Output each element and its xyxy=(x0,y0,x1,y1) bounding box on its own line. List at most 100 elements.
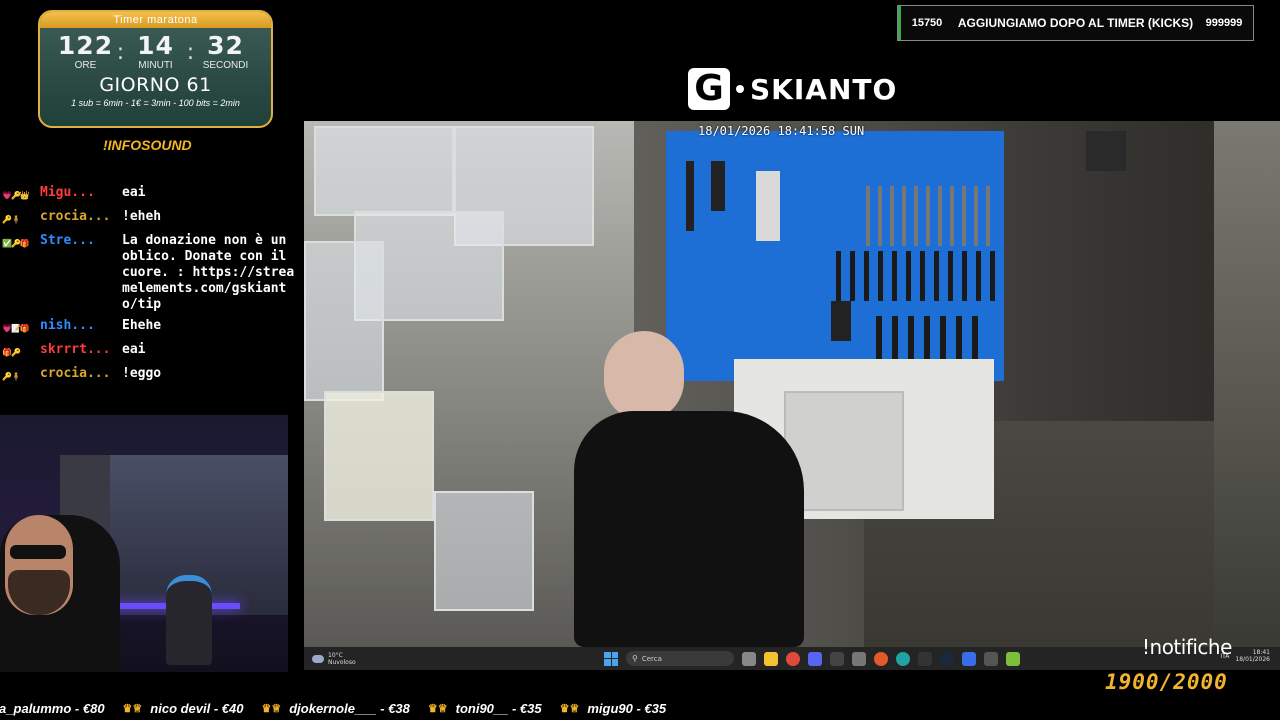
tool xyxy=(866,186,996,246)
streamer-sunglasses xyxy=(10,545,66,559)
app-icon[interactable] xyxy=(984,651,998,666)
ticker-item: ♛♕ nico devil - €40 xyxy=(123,701,244,716)
tool xyxy=(836,251,996,301)
chat-message: 💗🔑👑 Migu... eai xyxy=(2,185,298,204)
chat-badges: 🔑🧍 xyxy=(2,372,21,381)
trophy-icon: ♛♕ xyxy=(559,703,580,715)
weather-text: 10°C Nuvoloso xyxy=(328,652,356,666)
ticker-item: ♛♕ toni90__ - €35 xyxy=(428,701,542,716)
goal-max: 999999 xyxy=(1205,17,1243,29)
tool xyxy=(756,171,780,241)
streamer-figure xyxy=(0,515,120,672)
ticker-item: ♛♕ djokernole___ - €38 xyxy=(261,701,409,716)
logo-letter: G xyxy=(688,68,730,110)
chat-text: La donazione non è un oblico. Donate con… xyxy=(122,233,295,312)
storage-bin xyxy=(314,126,454,216)
chat-text: eai xyxy=(122,185,146,200)
chat-username[interactable]: Stre... xyxy=(40,233,122,313)
chat-username[interactable]: skrrrt... xyxy=(40,342,122,361)
file-explorer-icon[interactable] xyxy=(764,651,778,666)
trophy-icon: ♛♕ xyxy=(427,703,448,715)
notifiche-command: !notifiche xyxy=(1142,635,1232,659)
donation-ticker: ra_palummo - €80 ♛♕ nico devil - €40 ♛♕ … xyxy=(0,699,1280,718)
clock-date: 18/01/2026 xyxy=(1235,656,1270,663)
timer-seconds: 32 xyxy=(207,31,244,60)
storage-bin xyxy=(304,241,384,401)
chat-badges: ✅🔑🎁 xyxy=(2,239,30,248)
chat-message: 🔑🧍 crocia... !eheh xyxy=(2,209,298,228)
marathon-timer: Timer maratona 122 ORE : 14 MINUTI : 32 … xyxy=(38,10,273,128)
chat-username[interactable]: crocia... xyxy=(40,366,122,385)
taskbar-clock[interactable]: 18:41 18/01/2026 xyxy=(1235,649,1270,663)
timer-clock: 122 ORE : 14 MINUTI : 32 SECONDI xyxy=(40,32,271,72)
timer-rates: 1 sub = 6min - 1€ = 3min - 100 bits = 2m… xyxy=(71,98,240,108)
discord-icon[interactable] xyxy=(808,651,822,666)
start-button[interactable] xyxy=(604,651,618,666)
chat-username[interactable]: crocia... xyxy=(40,209,122,228)
app-icon[interactable] xyxy=(1006,651,1020,666)
chrome-icon[interactable] xyxy=(786,651,800,666)
app-icon[interactable] xyxy=(918,651,932,666)
timer-minutes-label: MINUTI xyxy=(138,60,173,71)
camera-timestamp: 18/01/2026 18:41:58 SUN xyxy=(698,124,865,138)
edge-icon[interactable] xyxy=(896,651,910,666)
storage-bin xyxy=(434,491,534,611)
weather-desc: Nuvoloso xyxy=(328,658,356,666)
timer-day: GIORNO 61 xyxy=(99,74,212,96)
cloud-icon xyxy=(312,654,324,663)
tool-pegboard xyxy=(666,131,1126,381)
chat-message: 🔑🧍 crocia... !eggo xyxy=(2,366,298,385)
ticker-text: ra_palummo - €80 xyxy=(0,701,105,716)
steam-icon[interactable] xyxy=(940,651,954,666)
streamer-webcam xyxy=(0,415,288,672)
chat-username[interactable]: Migu... xyxy=(40,185,122,204)
chat-message: 💗📝🎁 nish... Ehehe xyxy=(2,318,298,337)
trophy-icon: ♛♕ xyxy=(261,703,282,715)
taskbar-apps: ⚲ Cerca xyxy=(604,651,1020,666)
search-icon: ⚲ xyxy=(632,654,638,663)
timer-separator: : xyxy=(116,40,125,65)
taskbar-search[interactable]: ⚲ Cerca xyxy=(626,651,734,666)
subs-goal-counter: 1900/2000 xyxy=(1105,670,1228,694)
timer-hours-cell: 122 ORE xyxy=(57,32,115,72)
stream-overlay: Timer maratona 122 ORE : 14 MINUTI : 32 … xyxy=(0,0,1280,720)
ticker-text: toni90__ - €35 xyxy=(455,701,542,716)
chat-badges: 🔑🧍 xyxy=(2,215,21,224)
chat-username[interactable]: nish... xyxy=(40,318,122,337)
tool xyxy=(876,316,986,361)
chat-message: 🎁🔑 skrrrt... eai xyxy=(2,342,298,361)
app-icon[interactable] xyxy=(830,651,844,666)
chat-message: ✅🔑🎁 Stre... La donazione non è un oblico… xyxy=(2,233,298,313)
weather-widget[interactable]: 10°C Nuvoloso xyxy=(312,652,372,666)
kicks-goal-bar: 15750 AGGIUNGIAMO DOPO AL TIMER (KICKS) … xyxy=(897,5,1254,41)
app-icon[interactable] xyxy=(962,651,976,666)
chat-text: !eheh xyxy=(122,209,162,224)
goal-text: AGGIUNGIAMO DOPO AL TIMER (KICKS) xyxy=(957,16,1194,30)
app-icon[interactable] xyxy=(852,651,866,666)
trophy-icon: ♛♕ xyxy=(122,703,143,715)
timer-title: Timer maratona xyxy=(40,12,271,28)
task-view-icon[interactable] xyxy=(742,651,756,666)
timer-seconds-cell: 32 SECONDI xyxy=(197,32,255,72)
chat-badges: 💗📝🎁 xyxy=(2,324,30,333)
security-camera-view: 18/01/2026 18:41:58 SUN xyxy=(304,121,1280,647)
ticker-text: migu90 - €35 xyxy=(587,701,667,716)
app-icon[interactable] xyxy=(874,651,888,666)
person-working xyxy=(574,411,804,647)
timer-seconds-label: SECONDI xyxy=(202,60,249,71)
chat-text: eai xyxy=(122,342,146,357)
search-label: Cerca xyxy=(641,654,662,663)
chat-text: !eggo xyxy=(122,366,162,381)
timer-hours-label: ORE xyxy=(74,60,97,71)
weather-temp: 10°C xyxy=(328,651,343,659)
goal-min: 15750 xyxy=(911,17,943,29)
tool xyxy=(1086,131,1126,171)
timer-separator: : xyxy=(186,40,195,65)
chat-badges: 💗🔑👑 xyxy=(2,191,30,200)
ticker-item: ra_palummo - €80 xyxy=(0,701,105,716)
logo-word: SKIANTO xyxy=(750,72,898,106)
timer-minutes: 14 xyxy=(137,31,174,60)
windows-taskbar: 10°C Nuvoloso ⚲ Cerca ITA 18:41 18/01/20… xyxy=(304,647,1280,670)
storage-bin xyxy=(324,391,434,521)
timer-minutes-cell: 14 MINUTI xyxy=(127,32,185,72)
